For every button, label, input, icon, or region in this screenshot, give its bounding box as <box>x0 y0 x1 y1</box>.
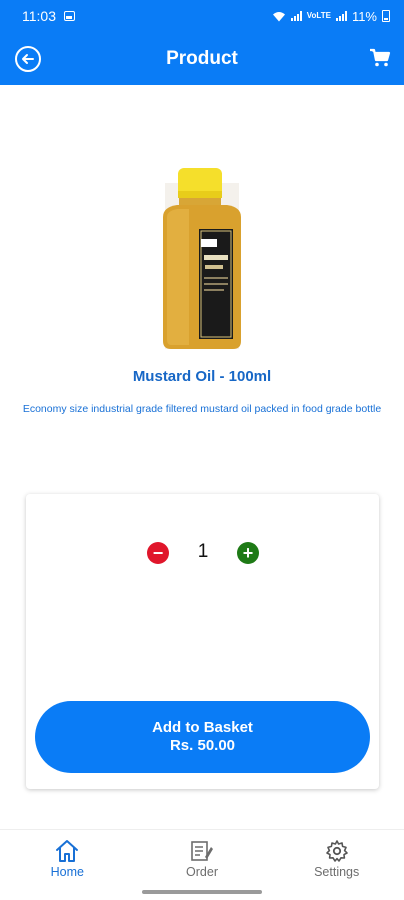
increase-quantity-button[interactable]: + <box>237 542 259 564</box>
volte-signal-icon: VoLTE <box>306 11 331 20</box>
product-description: Economy size industrial grade filtered m… <box>22 403 382 415</box>
home-icon <box>56 840 79 862</box>
battery-icon <box>382 10 390 22</box>
photo-icon <box>64 11 75 21</box>
back-arrow-circle-icon <box>22 54 34 64</box>
back-button[interactable] <box>15 46 41 72</box>
product-image <box>163 168 241 349</box>
battery-text: 11% <box>351 8 377 24</box>
signal-icon-2 <box>335 11 347 21</box>
gesture-bar[interactable] <box>142 890 262 894</box>
page-title: Product <box>166 47 238 69</box>
order-icon <box>191 841 213 861</box>
product-name: Mustard Oil - 100ml <box>132 368 272 385</box>
nav-item-settings[interactable]: Settings <box>269 830 404 886</box>
quantity-value: 1 <box>197 541 209 562</box>
nav-item-home[interactable]: Home <box>0 830 135 886</box>
add-to-basket-label: Add to Basket <box>152 719 253 736</box>
price-label: Rs. 50.00 <box>169 737 236 754</box>
settings-gear-icon <box>325 840 348 862</box>
status-time: 11:03 <box>22 8 56 24</box>
wifi-icon <box>272 11 285 21</box>
cart-icon[interactable] <box>369 47 391 69</box>
nav-label-order: Order <box>186 865 218 879</box>
decrease-quantity-button[interactable]: − <box>147 542 169 564</box>
plus-icon: + <box>242 543 254 563</box>
nav-item-order[interactable]: Order <box>135 830 270 886</box>
signal-icon <box>290 11 302 21</box>
quantity-card: − 1 + Add to Basket Rs. 50.00 <box>26 494 379 789</box>
status-bar: 11:03 VoLTE 11% <box>0 0 404 32</box>
bottom-navigation: Home Order Settings <box>0 829 404 886</box>
nav-label-home: Home <box>50 865 84 879</box>
status-right: VoLTE 11% <box>272 9 390 24</box>
app-bar: Product <box>0 32 404 85</box>
minus-icon: − <box>152 543 164 563</box>
add-to-basket-button[interactable]: Add to Basket Rs. 50.00 <box>35 701 370 773</box>
status-left: 11:03 <box>22 8 75 24</box>
nav-label-settings: Settings <box>314 865 360 879</box>
